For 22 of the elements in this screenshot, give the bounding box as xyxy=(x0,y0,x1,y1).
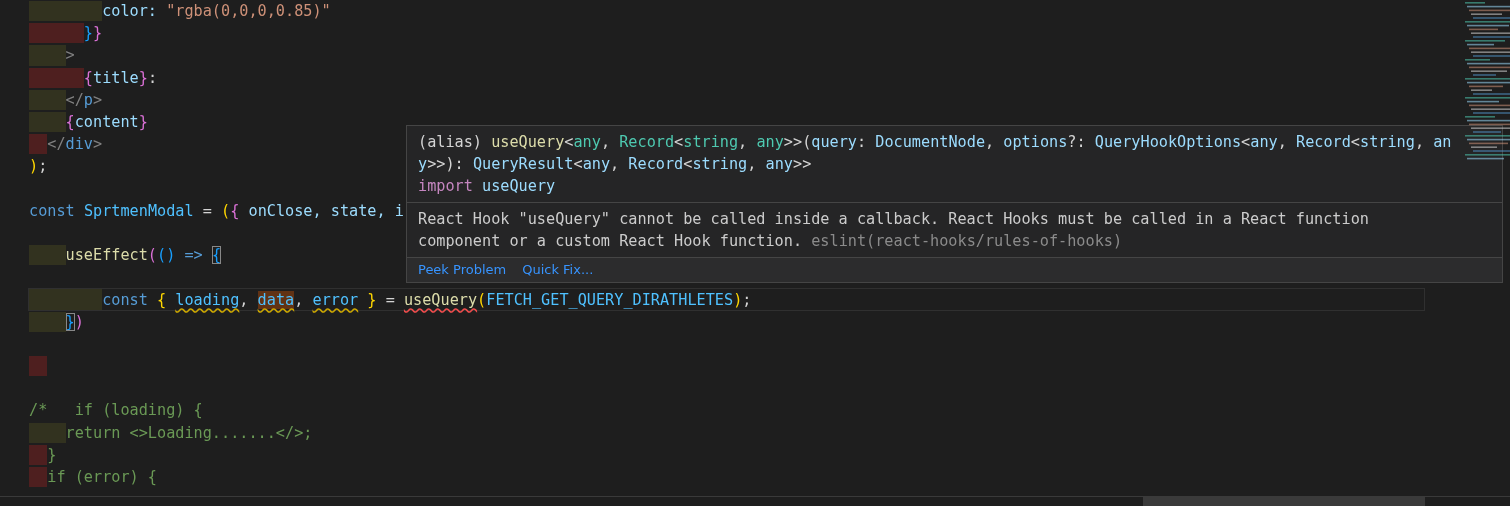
code-line: {content} xyxy=(65,112,148,133)
code-comment: } xyxy=(47,444,57,465)
type-signature: (alias) useQuery<any, Record<string, any>>(query: DocumentNode, options?: QueryHookOptions<any, Record<string, any>>): QueryResult<any, Record<string, any>> xyxy=(418,132,1453,175)
code-line: }) xyxy=(65,311,84,332)
code-comment: /* if (loading) { xyxy=(29,400,203,421)
peek-problem-link[interactable]: Peek Problem xyxy=(418,262,507,277)
code-comment: return <>Loading.......</>; xyxy=(65,422,313,443)
scrollbar-thumb[interactable] xyxy=(1143,497,1425,506)
code-line: ); xyxy=(29,156,48,177)
code-line: {title}: xyxy=(83,67,158,88)
code-comment: if (error) { xyxy=(47,467,157,488)
code-line: color: "rgba(0,0,0,0.85)" xyxy=(102,1,331,22)
code-line: }} xyxy=(83,23,103,44)
code-line: </p> xyxy=(65,89,103,110)
code-line: > xyxy=(65,45,75,66)
code-line: </div> xyxy=(47,134,103,155)
code-line: useEffect(() => { xyxy=(65,245,222,266)
code-line: const SprtmenModal = ({ onClose, state, i xyxy=(29,200,404,221)
problem-message: React Hook "useQuery" cannot be called inside a callback. React Hooks must be called in a React function component or a custom React Hook function. eslint(react-hooks/rules-of-hooks) xyxy=(418,209,1370,252)
quick-fix-link[interactable]: Quick Fix... xyxy=(522,262,594,277)
import-statement: import useQuery xyxy=(418,176,557,197)
code-line: const { loading, data, error } = useQuery(FETCH_GET_QUERY_DIRATHLETES); xyxy=(102,289,752,310)
